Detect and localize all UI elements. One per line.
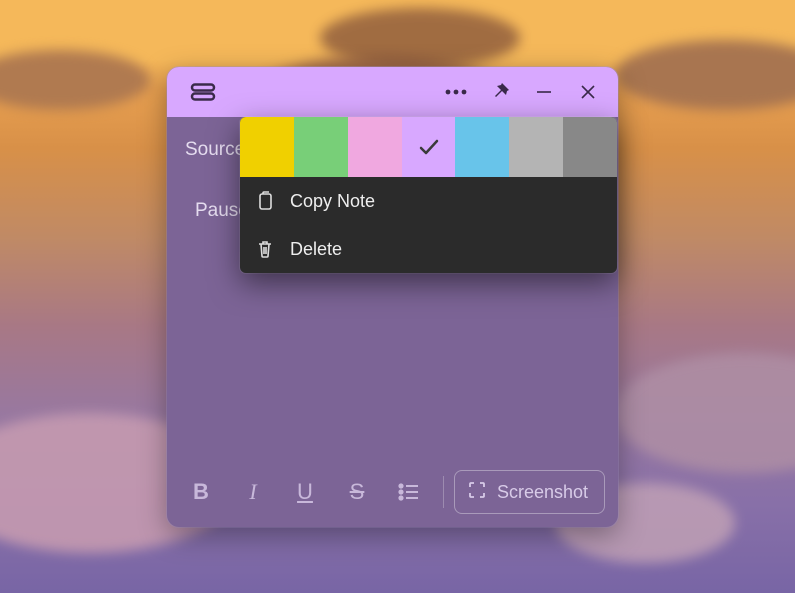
color-swatch-green[interactable]: [294, 117, 348, 177]
color-picker-row: [240, 117, 617, 177]
delete-label: Delete: [290, 239, 342, 260]
toolbar-separator: [443, 476, 444, 508]
pin-icon[interactable]: [478, 70, 522, 114]
underline-button[interactable]: U: [281, 472, 329, 512]
bold-button[interactable]: B: [177, 472, 225, 512]
color-swatch-yellow[interactable]: [240, 117, 294, 177]
titlebar: [167, 67, 618, 117]
screenshot-icon: [467, 480, 487, 505]
menu-toggle-icon[interactable]: [181, 70, 225, 114]
checkmark-icon: [416, 134, 442, 160]
color-swatch-pink[interactable]: [348, 117, 402, 177]
color-swatch-purple[interactable]: [402, 117, 456, 177]
strikethrough-button[interactable]: S: [333, 472, 381, 512]
format-toolbar: B I U S Screenshot: [167, 463, 618, 527]
minimize-icon[interactable]: [522, 70, 566, 114]
close-icon[interactable]: [566, 70, 610, 114]
note-options-menu: Copy Note Delete: [240, 117, 617, 273]
copy-note-label: Copy Note: [290, 191, 375, 212]
more-options-icon[interactable]: [434, 70, 478, 114]
wallpaper-cloud: [320, 8, 520, 68]
trash-icon: [254, 239, 276, 259]
color-swatch-darkgray[interactable]: [563, 117, 617, 177]
delete-item[interactable]: Delete: [240, 225, 617, 273]
wallpaper-cloud: [615, 40, 795, 110]
wallpaper-cloud: [615, 353, 795, 473]
screenshot-button[interactable]: Screenshot: [454, 470, 605, 514]
color-swatch-blue[interactable]: [455, 117, 509, 177]
wallpaper-cloud: [0, 50, 150, 110]
color-swatch-gray[interactable]: [509, 117, 563, 177]
bullet-list-button[interactable]: [385, 472, 433, 512]
italic-button[interactable]: I: [229, 472, 277, 512]
copy-note-item[interactable]: Copy Note: [240, 177, 617, 225]
copy-icon: [254, 191, 276, 211]
screenshot-label: Screenshot: [497, 482, 588, 503]
